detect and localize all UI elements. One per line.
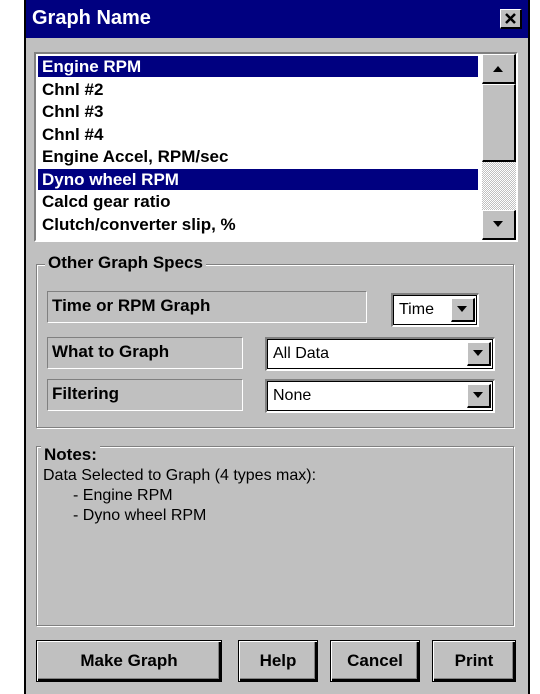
what-to-graph-value: All Data [273, 345, 330, 362]
window-title: Graph Name [32, 7, 151, 29]
notes-group: Notes: Data Selected to Graph (4 types m… [36, 445, 514, 626]
filtering-value: None [273, 387, 312, 404]
close-icon [505, 13, 516, 24]
what-to-graph-label: What to Graph [47, 337, 243, 369]
notes-line-2: - Engine RPM [73, 487, 173, 504]
filtering-label: Filtering [47, 379, 243, 411]
list-item[interactable]: Calcd gear ratio [38, 191, 478, 212]
list-item[interactable]: Engine RPM [38, 56, 478, 77]
other-graph-specs-group: Other Graph Specs Time or RPM Graph Time… [36, 253, 514, 428]
list-item[interactable]: Chnl #2 [38, 79, 478, 100]
notes-line-3: - Dyno wheel RPM [73, 507, 207, 524]
title-bar[interactable]: Graph Name [26, 0, 528, 38]
chevron-down-icon [473, 350, 483, 356]
list-item[interactable]: Clutch/converter slip, % [38, 214, 478, 235]
list-item[interactable]: Chnl #3 [38, 101, 478, 122]
notes-legend: Notes: [41, 445, 100, 465]
print-button[interactable]: Print [432, 640, 516, 682]
time-or-rpm-label: Time or RPM Graph [47, 291, 367, 323]
time-or-rpm-dropdown-button[interactable] [451, 298, 475, 322]
notes-line-1: Data Selected to Graph (4 types max): [43, 467, 317, 484]
filtering-dropdown-button[interactable] [467, 384, 491, 408]
list-item[interactable]: Chnl #4 [38, 124, 478, 145]
filtering-select[interactable]: None [265, 379, 495, 413]
close-button[interactable] [500, 9, 522, 29]
what-to-graph-dropdown-button[interactable] [467, 342, 491, 366]
help-button[interactable]: Help [238, 640, 318, 682]
arrow-up-icon [493, 66, 503, 72]
cancel-button[interactable]: Cancel [330, 640, 420, 682]
make-graph-button[interactable]: Make Graph [36, 640, 222, 682]
list-scrollbar[interactable] [482, 54, 516, 240]
arrow-down-icon [493, 221, 503, 227]
chevron-down-icon [457, 306, 467, 312]
scroll-up-button[interactable] [482, 54, 516, 84]
scroll-down-button[interactable] [482, 210, 516, 240]
list-item[interactable]: Engine Accel, RPM/sec [38, 146, 478, 167]
time-or-rpm-select[interactable]: Time [391, 293, 479, 327]
what-to-graph-select[interactable]: All Data [265, 337, 495, 371]
graph-channel-list[interactable]: Engine RPM Chnl #2 Chnl #3 Chnl #4 Engine Ac… [34, 52, 518, 242]
time-or-rpm-value: Time [399, 301, 434, 318]
scroll-thumb[interactable] [482, 84, 516, 162]
graph-name-dialog: Graph Name Engine RPM Chnl #2 Chnl #3 Chnl … [24, 0, 530, 694]
other-graph-specs-legend: Other Graph Specs [45, 253, 206, 273]
chevron-down-icon [473, 392, 483, 398]
list-item[interactable]: Dyno wheel RPM [38, 168, 478, 190]
